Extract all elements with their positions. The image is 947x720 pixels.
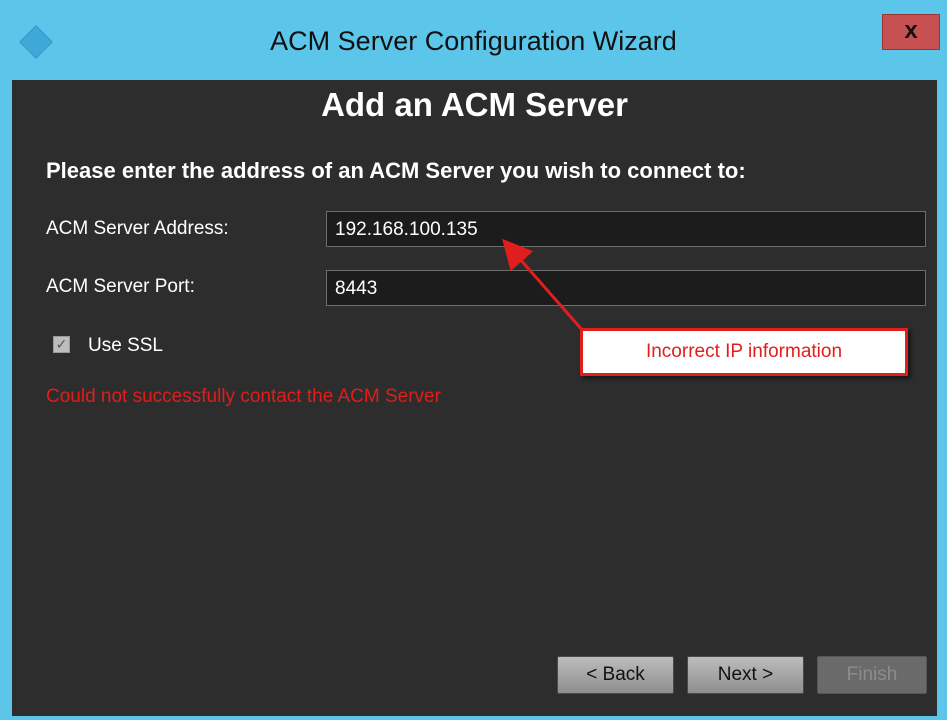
title-bar: ACM Server Configuration Wizard x [0, 0, 947, 80]
finish-button[interactable]: Finish [817, 656, 927, 694]
close-button[interactable]: x [882, 14, 940, 50]
annotation-callout: Incorrect IP information [580, 328, 908, 376]
next-button[interactable]: Next > [687, 656, 804, 694]
window-title: ACM Server Configuration Wizard [270, 26, 677, 56]
back-button[interactable]: < Back [557, 656, 674, 694]
wizard-content: Add an ACM Server Please enter the addre… [12, 80, 937, 716]
annotation-arrow [502, 238, 586, 333]
